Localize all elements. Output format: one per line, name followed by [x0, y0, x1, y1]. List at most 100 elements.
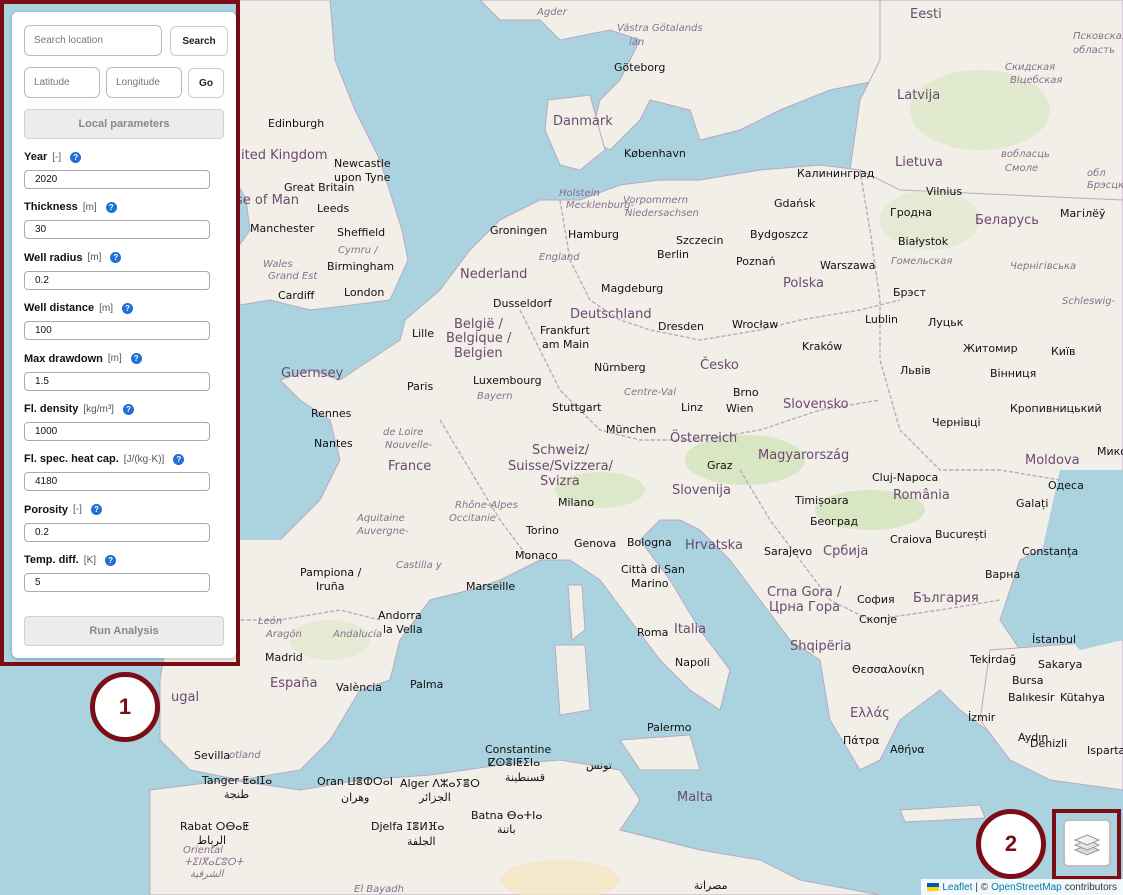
map-label: Hamburg	[568, 228, 619, 241]
osm-link[interactable]: OpenStreetMap	[991, 882, 1062, 893]
map-label: Калининград	[797, 167, 875, 180]
param-unit: [m]	[107, 353, 122, 365]
map-label: София	[857, 593, 895, 606]
param-label-text: Year	[24, 151, 48, 163]
map-label: Leeds	[317, 202, 350, 215]
map-label: Wien	[726, 402, 754, 415]
map-label: Lietuva	[895, 155, 943, 170]
map-label: Schweiz/	[532, 443, 590, 458]
map-label: la Vella	[383, 623, 423, 636]
map-label: Moldova	[1025, 453, 1080, 468]
map-label: Milano	[558, 496, 595, 509]
latitude-input[interactable]: Latitude	[24, 67, 100, 98]
map-label: Миколаї	[1097, 445, 1123, 458]
map-label: Скидская	[1005, 62, 1056, 73]
map-label: область	[1073, 45, 1116, 56]
help-icon[interactable]: ?	[105, 554, 117, 566]
help-icon[interactable]: ?	[70, 151, 82, 163]
map-label: İstanbul	[1032, 633, 1077, 646]
map-label: de Loire	[383, 427, 424, 438]
param-row: Porosity [-]? 0.2	[24, 504, 224, 546]
map-label: Frankfurt	[540, 324, 590, 337]
map-label: Bayern	[477, 391, 513, 402]
map-label: Shqipëria	[790, 639, 852, 654]
map-label: Slovensko	[783, 397, 849, 412]
param-input[interactable]: 0.2	[24, 522, 210, 542]
param-input[interactable]: 1.5	[24, 371, 210, 391]
map-label: Napoli	[675, 656, 710, 669]
map-label: Craiova	[890, 533, 932, 546]
param-row: Thickness [m]? 30	[24, 201, 224, 243]
map-label: België /	[454, 317, 503, 332]
param-label: Temp. diff. [K]?	[24, 554, 117, 567]
map-label: London	[344, 286, 385, 299]
help-icon[interactable]: ?	[122, 302, 133, 314]
map-label: Göteborg	[614, 61, 666, 74]
help-icon[interactable]: ?	[110, 252, 122, 264]
map-label: Lille	[412, 327, 435, 340]
param-input[interactable]: 0.2	[24, 270, 210, 290]
map-label: Cymru /	[338, 245, 378, 256]
go-button[interactable]: Go	[188, 68, 224, 98]
layers-icon	[1073, 834, 1101, 856]
map-label: Wales	[263, 259, 293, 270]
map-label: Житомир	[963, 342, 1018, 355]
map-label: Graz	[707, 459, 733, 472]
map-label: Rhône-Alpes	[455, 500, 518, 511]
help-icon[interactable]: ?	[105, 201, 117, 213]
map-label: Luxembourg	[473, 374, 542, 387]
param-input[interactable]: 1000	[24, 422, 210, 441]
map-label: am Main	[542, 338, 590, 351]
map-label: München	[606, 423, 657, 436]
param-input[interactable]: 30	[24, 220, 210, 240]
map-label: Dusseldorf	[493, 297, 552, 310]
param-input[interactable]: 4180	[24, 472, 210, 492]
longitude-input[interactable]: Longitude	[106, 67, 182, 98]
param-label-text: Temp. diff.	[24, 554, 79, 567]
map-label: Andalucía	[333, 629, 383, 640]
help-icon[interactable]: ?	[173, 453, 185, 465]
help-icon[interactable]: ?	[122, 403, 134, 415]
map-label: Groningen	[490, 224, 548, 237]
map-label: Rennes	[311, 407, 352, 420]
run-analysis-button[interactable]: Run Analysis	[24, 616, 224, 646]
param-label-text: Well radius	[24, 251, 83, 264]
help-icon[interactable]: ?	[90, 504, 102, 516]
map-label: Timișoara	[795, 494, 849, 507]
param-label: Fl. density [kg/m³]?	[24, 403, 134, 415]
help-icon[interactable]: ?	[130, 353, 142, 365]
map-label: Česko	[700, 358, 739, 373]
map-label: Cluj-Napoca	[872, 471, 939, 484]
map-label: România	[893, 488, 950, 503]
local-parameters-button[interactable]: Local parameters	[24, 109, 224, 139]
search-button[interactable]: Search	[170, 26, 228, 56]
map-label: Marino	[631, 577, 669, 590]
map-label: Aquitaine	[357, 513, 405, 524]
map-label: Malta	[677, 790, 713, 805]
param-input[interactable]: 100	[24, 321, 210, 341]
param-row: Fl. density [kg/m³]? 1000	[24, 403, 224, 445]
map-label: обл	[1087, 168, 1106, 179]
map-label: Oriental	[183, 845, 224, 856]
map-label: Скопје	[859, 613, 898, 626]
map-label: Eesti	[910, 7, 942, 22]
map-label: England	[539, 252, 580, 263]
map-label: Nantes	[314, 437, 353, 450]
map-label: Palermo	[647, 721, 692, 734]
param-unit: [m]	[99, 302, 113, 314]
map-label: Nederland	[460, 267, 528, 282]
param-label-text: Thickness	[24, 201, 78, 214]
map-label: Kütahya	[1060, 691, 1105, 704]
map-label: Latvija	[897, 88, 941, 103]
param-input[interactable]: 2020	[24, 170, 210, 189]
layers-control-button[interactable]	[1063, 819, 1111, 867]
leaflet-link[interactable]: Leaflet	[942, 882, 972, 893]
map-label: Sarajevo	[764, 545, 813, 558]
search-input[interactable]: Search location	[24, 25, 162, 56]
control-panel: Search location Search Latitude Longitud…	[12, 12, 236, 658]
param-row: Temp. diff. [K]? 5	[24, 554, 224, 596]
map-label: Sheffield	[337, 226, 386, 239]
param-label: Fl. spec. heat cap. [J/(kg·K)]?	[24, 453, 185, 465]
param-input[interactable]: 5	[24, 573, 210, 593]
map-label: İzmir	[968, 711, 996, 724]
